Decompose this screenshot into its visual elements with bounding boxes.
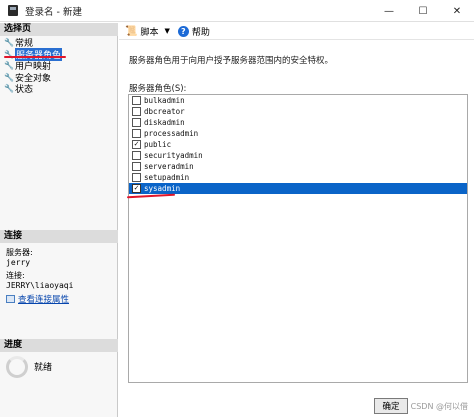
- select-page-header: 选择页: [0, 23, 118, 36]
- nav-item-status[interactable]: 🔧 状态: [4, 83, 116, 95]
- role-row-bulkadmin[interactable]: bulkadmin: [129, 95, 467, 106]
- role-checkbox-checked[interactable]: ✓: [132, 184, 141, 193]
- role-name: processadmin: [144, 129, 199, 138]
- role-row-serveradmin[interactable]: serveradmin: [129, 161, 467, 172]
- toolbar: 📜 脚本 ▼ ? 帮助: [119, 23, 474, 40]
- server-roles-list[interactable]: bulkadmin dbcreator diskadmin processadm…: [128, 94, 468, 383]
- role-row-sysadmin[interactable]: ✓ sysadmin: [129, 183, 467, 194]
- chevron-down-icon[interactable]: ▼: [164, 27, 169, 35]
- help-button[interactable]: 帮助: [192, 25, 210, 38]
- role-row-setupadmin[interactable]: setupadmin: [129, 172, 467, 183]
- role-row-securityadmin[interactable]: securityadmin: [129, 150, 467, 161]
- page-nav: 🔧 常规 🔧 服务器角色 🔧 用户映射 🔧 安全对象 🔧 状态: [4, 37, 116, 95]
- connection-label: 连接:: [6, 271, 25, 280]
- wrench-icon: 🔧: [4, 84, 14, 94]
- role-name: dbcreator: [144, 107, 185, 116]
- progress-header: 进度: [0, 339, 118, 352]
- role-checkbox[interactable]: [132, 107, 141, 116]
- progress-status: 就绪: [34, 363, 53, 373]
- window-controls: — ☐ ✕: [372, 0, 474, 22]
- view-connection-link-label: 查看连接属性: [18, 295, 70, 305]
- title-bar: 登录名 - 新建 — ☐ ✕: [0, 0, 474, 22]
- close-button[interactable]: ✕: [440, 0, 474, 22]
- main-panel: 📜 脚本 ▼ ? 帮助 服务器角色用于向用户授予服务器范围内的安全特权。 服务器…: [119, 23, 474, 417]
- minimize-button[interactable]: —: [372, 0, 406, 22]
- server-value: jerry: [6, 258, 31, 267]
- role-name: serveradmin: [144, 162, 194, 171]
- role-name: bulkadmin: [144, 96, 185, 105]
- left-panel: 选择页 🔧 常规 🔧 服务器角色 🔧 用户映射 🔧 安全对象 🔧 状态 连接 服…: [0, 23, 118, 417]
- role-checkbox[interactable]: [132, 173, 141, 182]
- role-name: public: [144, 140, 172, 149]
- role-checkbox[interactable]: [132, 151, 141, 160]
- server-label: 服务器:: [6, 248, 33, 257]
- role-checkbox[interactable]: [132, 162, 141, 171]
- role-checkbox[interactable]: [132, 96, 141, 105]
- app-icon: [8, 5, 18, 16]
- role-checkbox[interactable]: [132, 129, 141, 138]
- role-row-diskadmin[interactable]: diskadmin: [129, 117, 467, 128]
- connection-info: 连接: JERRY\liaoyaqi: [6, 270, 116, 290]
- script-icon[interactable]: 📜: [125, 26, 137, 37]
- help-icon[interactable]: ?: [177, 25, 189, 37]
- script-button[interactable]: 脚本: [140, 25, 158, 38]
- role-name: diskadmin: [144, 118, 185, 127]
- wrench-icon: 🔧: [4, 61, 14, 71]
- progress-spinner-icon: [6, 356, 28, 378]
- connection-header: 连接: [0, 230, 118, 243]
- connection-value: JERRY\liaoyaqi: [6, 281, 74, 290]
- view-connection-row: 查看连接属性: [6, 293, 116, 305]
- watermark: CSDN @何以借: [410, 402, 468, 411]
- server-info: 服务器: jerry: [6, 247, 116, 267]
- role-row-public[interactable]: ✓ public: [129, 139, 467, 150]
- view-connection-properties-link[interactable]: 查看连接属性: [6, 293, 116, 305]
- role-name: securityadmin: [144, 151, 203, 160]
- role-checkbox-checked[interactable]: ✓: [132, 140, 141, 149]
- role-row-processadmin[interactable]: processadmin: [129, 128, 467, 139]
- role-name: setupadmin: [144, 173, 190, 182]
- properties-icon: [6, 295, 15, 303]
- wrench-icon: 🔧: [4, 72, 14, 82]
- maximize-button[interactable]: ☐: [406, 0, 440, 22]
- wrench-icon: 🔧: [4, 38, 14, 48]
- window-title: 登录名 - 新建: [25, 6, 82, 18]
- red-annotation-underline: [4, 56, 66, 58]
- ok-button[interactable]: 确定: [374, 398, 408, 414]
- role-checkbox[interactable]: [132, 118, 141, 127]
- role-row-dbcreator[interactable]: dbcreator: [129, 106, 467, 117]
- role-name: sysadmin: [144, 184, 181, 193]
- nav-item-label: 状态: [15, 85, 34, 96]
- description-text: 服务器角色用于向用户授予服务器范围内的安全特权。: [129, 56, 334, 66]
- server-roles-label: 服务器角色(S):: [129, 84, 187, 94]
